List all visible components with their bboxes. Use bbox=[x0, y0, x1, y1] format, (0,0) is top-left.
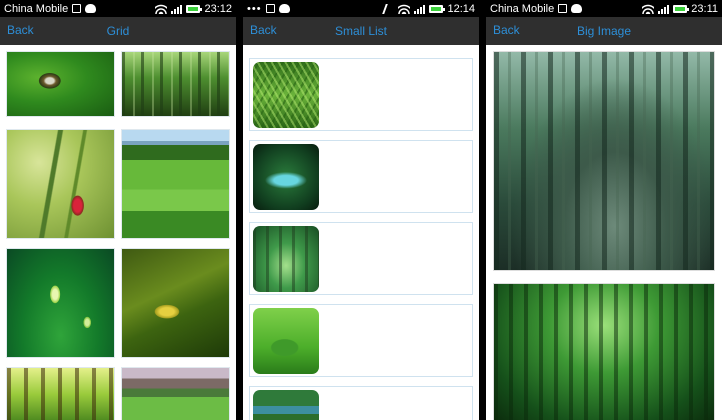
back-button[interactable]: Back bbox=[493, 23, 520, 37]
status-bar: China Mobile 23:11 bbox=[486, 0, 722, 17]
screenshot-collage: China Mobile 23:12 Back Grid ••• 12:14 B… bbox=[0, 0, 722, 420]
grid-image-meadow[interactable] bbox=[121, 129, 230, 239]
clock: 12:14 bbox=[447, 2, 475, 15]
grid-image-lotus[interactable] bbox=[6, 248, 115, 358]
nav-bar: Back Grid bbox=[0, 17, 236, 45]
signal-icon bbox=[171, 4, 183, 14]
wifi-icon bbox=[155, 3, 168, 14]
phone-small-list: ••• 12:14 Back Small List bbox=[243, 0, 479, 420]
grid-image-bamboo[interactable] bbox=[121, 51, 230, 117]
notification-icon bbox=[72, 4, 82, 13]
page-title: Big Image bbox=[576, 24, 632, 38]
big-image-green-tunnel[interactable] bbox=[493, 283, 715, 420]
status-bar: China Mobile 23:12 bbox=[0, 0, 236, 17]
list-thumbnail-stream bbox=[253, 144, 319, 210]
app-notification-icon bbox=[571, 4, 583, 13]
nav-bar: Back Small List bbox=[243, 17, 479, 45]
battery-icon bbox=[186, 4, 203, 13]
nav-bar: Back Big Image bbox=[486, 17, 722, 45]
grid-image-leaf-drop[interactable] bbox=[6, 51, 115, 117]
big-image-list bbox=[486, 45, 722, 420]
image-grid bbox=[0, 45, 236, 420]
notification-icon bbox=[265, 4, 275, 13]
app-notification-icon bbox=[278, 4, 290, 13]
page-title: Small List bbox=[334, 24, 387, 38]
app-notification-icon bbox=[85, 4, 97, 13]
carrier-label: China Mobile bbox=[4, 2, 69, 15]
page-title: Grid bbox=[106, 24, 130, 38]
list-item[interactable] bbox=[249, 140, 473, 213]
mute-icon bbox=[382, 3, 397, 14]
more-dots-icon: ••• bbox=[247, 2, 262, 15]
list-item[interactable] bbox=[249, 304, 473, 377]
wifi-icon bbox=[642, 3, 655, 14]
list-item[interactable] bbox=[249, 58, 473, 131]
status-bar: ••• 12:14 bbox=[243, 0, 479, 17]
clock: 23:12 bbox=[204, 2, 232, 15]
big-image-forest[interactable] bbox=[493, 51, 715, 271]
carrier-label: China Mobile bbox=[490, 2, 555, 15]
list-thumbnail-island bbox=[253, 308, 319, 374]
image-list bbox=[243, 45, 479, 420]
notification-icon bbox=[558, 4, 568, 13]
battery-icon bbox=[673, 4, 690, 13]
list-thumbnail-fern bbox=[253, 62, 319, 128]
grid-image-mountain[interactable] bbox=[121, 367, 230, 420]
signal-icon bbox=[658, 4, 670, 14]
list-thumbnail-tree-tunnel bbox=[253, 226, 319, 292]
phone-big-image: China Mobile 23:11 Back Big Image bbox=[486, 0, 722, 420]
grid-image-poppy[interactable] bbox=[6, 129, 115, 239]
clock: 23:11 bbox=[691, 2, 718, 15]
back-button[interactable]: Back bbox=[250, 23, 277, 37]
signal-icon bbox=[414, 4, 426, 14]
wifi-icon bbox=[398, 3, 411, 14]
grid-image-frog[interactable] bbox=[121, 248, 230, 358]
grid-image-forest-light[interactable] bbox=[6, 367, 115, 420]
battery-icon bbox=[429, 4, 446, 13]
list-thumbnail-river bbox=[253, 390, 319, 420]
list-item[interactable] bbox=[249, 222, 473, 295]
phone-grid: China Mobile 23:12 Back Grid bbox=[0, 0, 236, 420]
back-button[interactable]: Back bbox=[7, 23, 34, 37]
list-item[interactable] bbox=[249, 386, 473, 420]
